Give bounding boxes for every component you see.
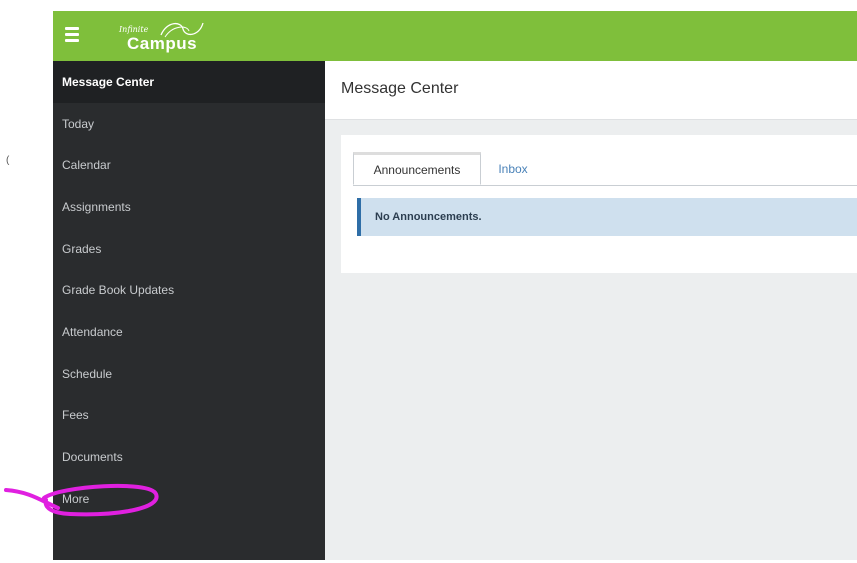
sidebar-item-grade-book-updates[interactable]: Grade Book Updates (53, 269, 325, 311)
sidebar-item-grades[interactable]: Grades (53, 228, 325, 270)
sidebar-item-schedule[interactable]: Schedule (53, 353, 325, 395)
tab-announcements[interactable]: Announcements (353, 152, 481, 185)
logo-big-text: Campus (127, 34, 198, 53)
top-bar: Infinite Campus (53, 11, 857, 61)
sidebar-item-label: Documents (62, 450, 123, 465)
sidebar-item-label: Assignments (62, 199, 131, 214)
sidebar-item-label: Today (62, 116, 95, 131)
infinite-campus-logo[interactable]: Infinite Campus (117, 18, 227, 56)
sidebar-item-label: Schedule (62, 366, 113, 381)
announcements-alert: No Announcements. (357, 198, 857, 236)
sidebar-item-message-center[interactable]: Message Center (53, 61, 325, 103)
tab-bar: Announcements Inbox (353, 152, 857, 186)
main-content: Message Center Announcements Inbox No An… (325, 61, 857, 560)
sidebar-item-label: Fees (62, 408, 89, 423)
tab-label: Announcements (373, 162, 461, 177)
app-window: Infinite Campus Message Center Today Cal… (53, 11, 857, 560)
sidebar-item-documents[interactable]: Documents (53, 436, 325, 478)
sidebar-item-attendance[interactable]: Attendance (53, 311, 325, 353)
tab-label: Inbox (498, 161, 528, 176)
sidebar-item-label: Grade Book Updates (62, 283, 175, 298)
sidebar-item-today[interactable]: Today (53, 103, 325, 145)
sidebar-item-calendar[interactable]: Calendar (53, 144, 325, 186)
logo-small-text: Infinite (119, 25, 149, 34)
page-title: Message Center (341, 80, 459, 97)
sidebar-item-assignments[interactable]: Assignments (53, 186, 325, 228)
sidebar-item-label: Message Center (62, 74, 155, 89)
edge-artifact: ( (6, 155, 10, 166)
hamburger-menu-icon[interactable] (61, 23, 83, 45)
sidebar-item-label: Grades (62, 241, 102, 256)
message-card: Announcements Inbox No Announcements. (341, 135, 857, 273)
page-header: Message Center (325, 61, 857, 120)
tab-inbox[interactable]: Inbox (485, 152, 541, 185)
sidebar-item-label: Attendance (62, 324, 123, 339)
sidebar-item-label: Calendar (62, 158, 111, 173)
highlight-annotation (4, 483, 159, 517)
sidebar-item-fees[interactable]: Fees (53, 395, 325, 437)
